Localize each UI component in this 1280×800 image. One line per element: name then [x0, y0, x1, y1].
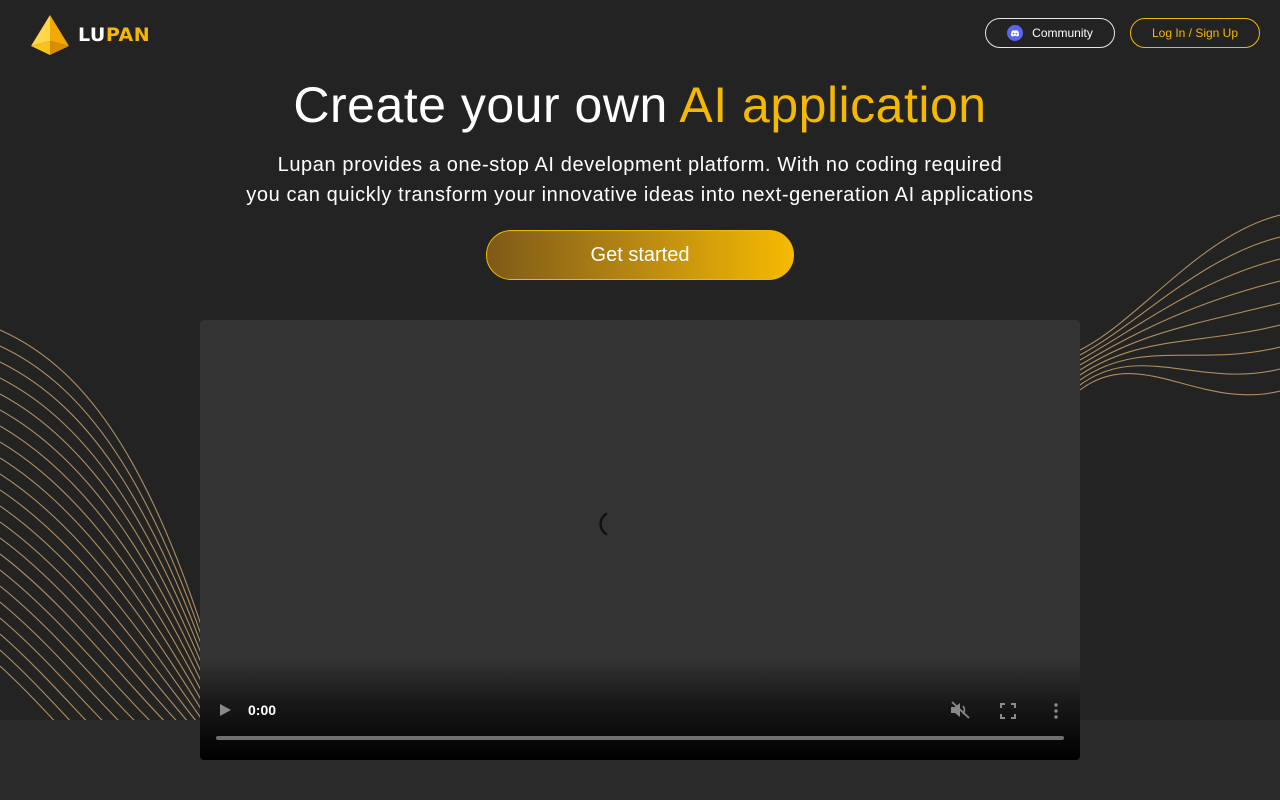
brand-logo[interactable]: LUPAN [30, 14, 150, 56]
get-started-button[interactable]: Get started [486, 230, 794, 280]
loading-spinner-icon [599, 512, 608, 536]
brand-wordmark: LUPAN [78, 24, 150, 46]
hero-subtitle-line-1: Lupan provides a one-stop AI development… [277, 154, 1003, 176]
mute-icon[interactable] [950, 701, 970, 719]
community-button[interactable]: Community [985, 18, 1115, 48]
brand-name-part1: LU [78, 24, 106, 46]
hero-title-accent: AI application [679, 77, 987, 133]
discord-icon [1007, 25, 1024, 41]
login-signup-button[interactable]: Log In / Sign Up [1130, 18, 1260, 48]
hero-title: Create your own AI application [0, 76, 1280, 134]
video-progress-bar[interactable] [216, 736, 1064, 740]
community-label: Community [1032, 26, 1093, 40]
landing-page: LUPAN Community Log In / Sign Up Create … [0, 0, 1280, 800]
fullscreen-icon[interactable] [1000, 703, 1016, 719]
video-current-time: 0:00 [248, 702, 277, 718]
hero-title-plain: Create your own [293, 77, 680, 133]
video-controls-bar: 0:00 [200, 660, 1080, 760]
hero-subtitle: Lupan provides a one-stop AI development… [0, 150, 1280, 210]
play-icon[interactable] [218, 703, 232, 717]
brand-name-part2: PAN [105, 24, 151, 46]
lupan-logo-icon [31, 15, 69, 55]
hero-subtitle-line-2: you can quickly transform your innovativ… [246, 184, 1034, 206]
demo-video-player[interactable]: 0:00 [200, 320, 1080, 760]
more-options-icon[interactable] [1050, 702, 1062, 720]
